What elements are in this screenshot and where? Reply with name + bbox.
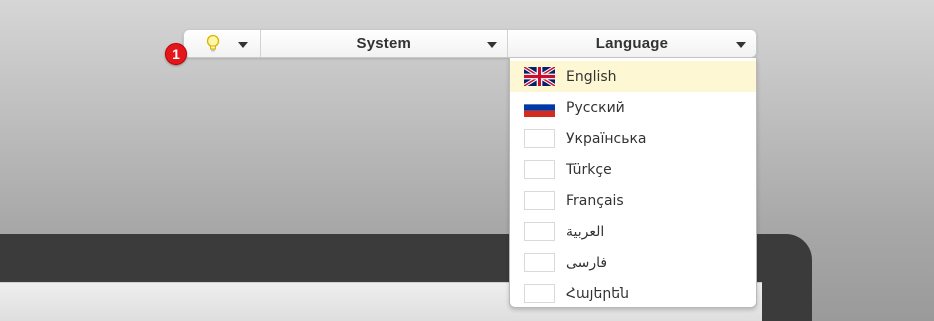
language-option-english[interactable]: English: [510, 61, 756, 92]
notification-badge: 1: [165, 43, 187, 65]
language-option-label: Русский: [566, 99, 625, 116]
language-option-label: العربية: [566, 223, 605, 240]
chevron-down-icon: [237, 42, 248, 48]
language-option-label: فارسی: [566, 254, 608, 271]
top-toolbar: System Language: [183, 29, 757, 58]
chevron-down-icon: [736, 42, 746, 48]
blank-flag-icon: [524, 222, 555, 241]
blank-flag-icon: [524, 253, 555, 272]
blank-flag-icon: [524, 160, 555, 179]
language-option-label: Türkçe: [566, 161, 612, 178]
language-option-turkish[interactable]: Türkçe: [510, 154, 756, 185]
language-menu-button[interactable]: Language: [508, 30, 756, 57]
language-option-label: English: [566, 68, 617, 85]
lightbulb-icon: [206, 34, 220, 52]
blank-flag-icon: [524, 191, 555, 210]
system-menu-label: System: [356, 35, 412, 52]
uk-flag-icon: [524, 67, 555, 86]
language-menu-label: Language: [595, 35, 669, 52]
language-option-label: Українська: [566, 130, 647, 147]
language-dropdown: English Русский Українська Türkçe França…: [509, 58, 757, 308]
language-option-label: Français: [566, 192, 624, 209]
language-option-armenian[interactable]: Հայերեն: [510, 278, 756, 309]
russia-flag-icon: [524, 98, 555, 117]
language-option-french[interactable]: Français: [510, 185, 756, 216]
blank-flag-icon: [524, 284, 555, 303]
language-option-label: Հայերեն: [566, 285, 629, 302]
language-option-russian[interactable]: Русский: [510, 92, 756, 123]
language-option-ukrainian[interactable]: Українська: [510, 123, 756, 154]
chevron-down-icon: [486, 42, 497, 48]
blank-flag-icon: [524, 129, 555, 148]
language-option-persian[interactable]: فارسی: [510, 247, 756, 278]
system-menu-button[interactable]: System: [261, 30, 508, 57]
language-option-arabic[interactable]: العربية: [510, 216, 756, 247]
notifications-menu-button[interactable]: [184, 30, 261, 57]
